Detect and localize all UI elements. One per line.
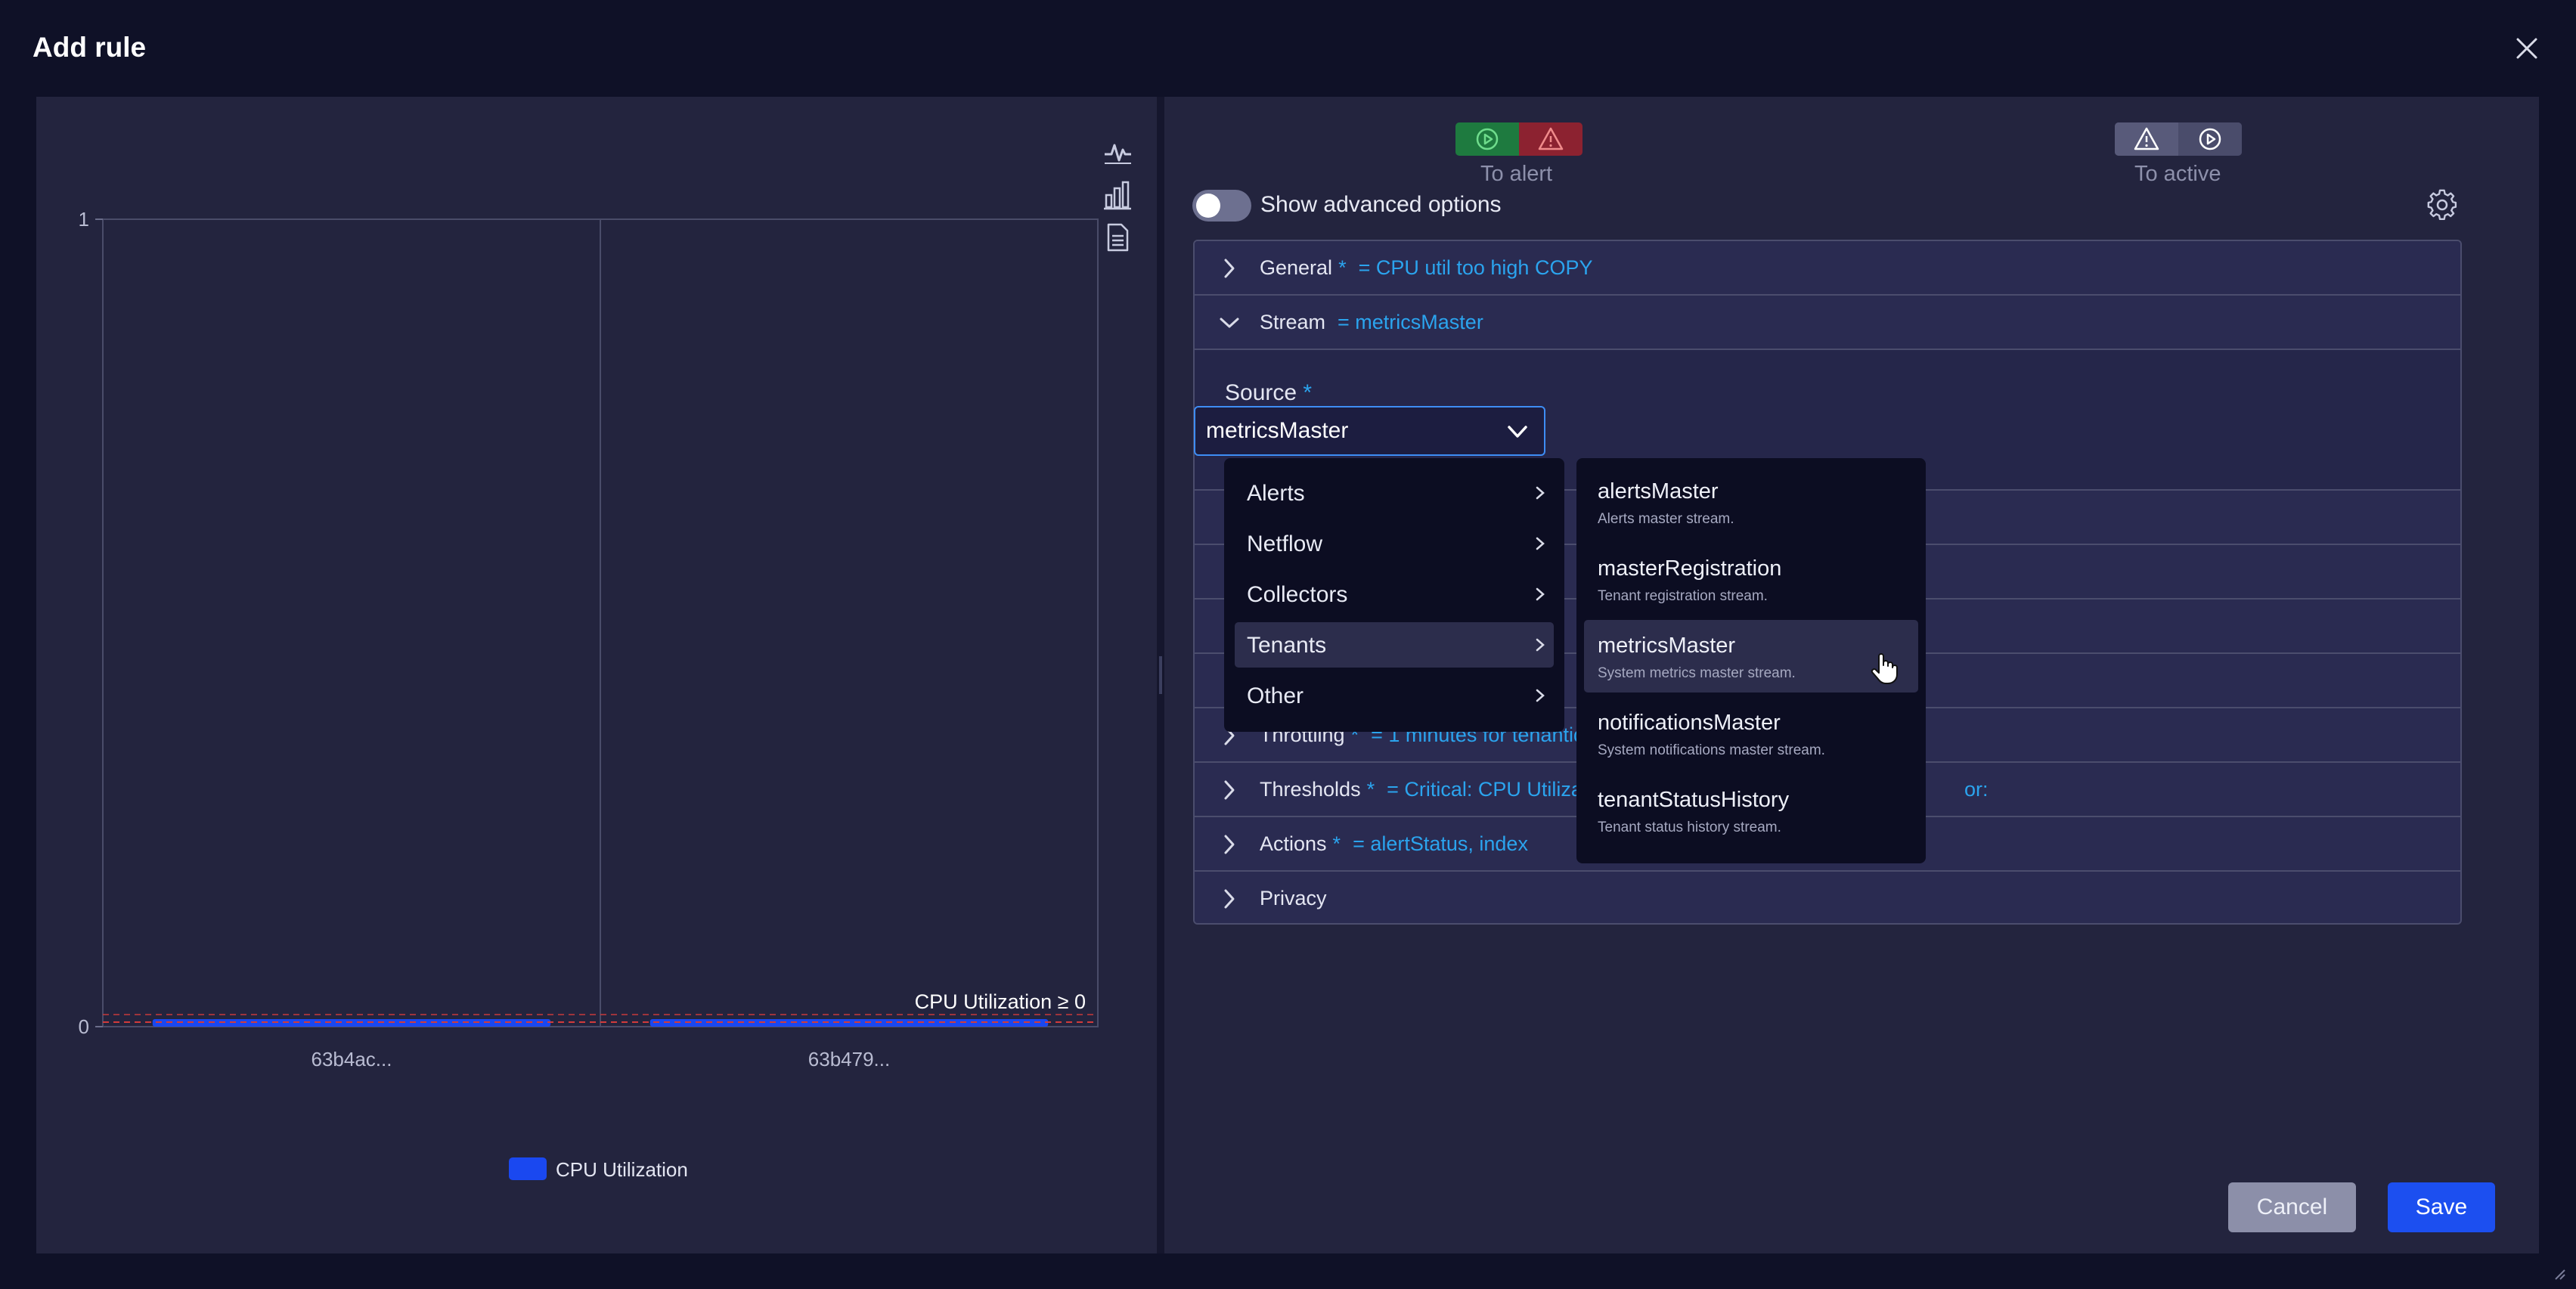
section-actions-value: = alertStatus, index <box>1353 832 1528 855</box>
save-button[interactable]: Save <box>2388 1182 2495 1232</box>
to-active-label: To active <box>2134 162 2221 186</box>
chevron-right-icon <box>1224 835 1235 854</box>
option-description: Tenant registration stream. <box>1598 588 1768 604</box>
option-name: alertsMaster <box>1598 479 1719 504</box>
menu-item-label: Collectors <box>1247 582 1348 607</box>
required-marker: * <box>1332 832 1341 855</box>
dialog-header: Add rule <box>0 0 2576 97</box>
panel-splitter[interactable] <box>1157 97 1164 1253</box>
chevron-right-icon <box>1536 638 1545 652</box>
section-privacy[interactable]: Privacy <box>1195 872 2460 923</box>
section-stream-value: = metricsMaster <box>1338 311 1483 333</box>
chevron-down-icon <box>1508 426 1527 438</box>
play-circle-icon <box>2178 122 2242 156</box>
section-actions-label: Actions <box>1260 832 1327 855</box>
to-active-transition[interactable] <box>2115 122 2242 156</box>
x-tick-label: 63b479... <box>808 1048 890 1071</box>
dialog-title: Add rule <box>33 32 147 63</box>
to-alert-transition[interactable] <box>1455 122 1582 156</box>
line-chart-icon[interactable] <box>1102 136 1133 166</box>
section-thresholds-value-tail: or: <box>1964 778 1989 801</box>
section-stream[interactable]: Stream = metricsMaster <box>1195 296 2460 350</box>
option-description: System metrics master stream. <box>1598 665 1796 681</box>
legend-swatch <box>509 1157 547 1180</box>
option-name: tenantStatusHistory <box>1598 788 1790 812</box>
chevron-right-icon <box>1224 889 1235 909</box>
section-stream-label: Stream <box>1260 311 1326 333</box>
gear-icon[interactable] <box>2426 188 2459 222</box>
section-general[interactable]: General * = CPU util too high COPY <box>1195 241 2460 296</box>
menu-item-label: Tenants <box>1247 633 1327 658</box>
play-circle-icon <box>1455 122 1519 156</box>
section-general-label: General <box>1260 256 1333 279</box>
stream-option-masterregistration[interactable]: masterRegistration Tenant registration st… <box>1584 543 1918 615</box>
menu-item-other[interactable]: Other <box>1235 673 1554 718</box>
stream-category-menu: Alerts Netflow Collectors Tenants Other <box>1224 458 1564 732</box>
cancel-button[interactable]: Cancel <box>2228 1182 2356 1232</box>
menu-item-label: Alerts <box>1247 481 1305 506</box>
option-name: masterRegistration <box>1598 556 1782 581</box>
option-description: Tenant status history stream. <box>1598 820 1781 835</box>
stream-option-tenantstatushistory[interactable]: tenantStatusHistory Tenant status history… <box>1584 774 1918 847</box>
source-select-value: metricsMaster <box>1206 418 1349 443</box>
menu-item-tenants[interactable]: Tenants <box>1235 622 1554 668</box>
hand-cursor-icon <box>1871 653 1898 684</box>
legend-label: CPU Utilization <box>556 1158 688 1181</box>
option-name: notificationsMaster <box>1598 711 1781 735</box>
section-thresholds-label: Thresholds <box>1260 778 1361 801</box>
required-marker: * <box>1338 256 1347 279</box>
stream-option-alertsmaster[interactable]: alertsMaster Alerts master stream. <box>1584 466 1918 538</box>
y-tick-label: 1 <box>79 208 89 231</box>
chevron-right-icon <box>1224 259 1235 278</box>
menu-item-label: Netflow <box>1247 531 1323 556</box>
chevron-right-icon <box>1536 537 1545 550</box>
advanced-options-label: Show advanced options <box>1260 192 1502 217</box>
required-marker: * <box>1366 778 1375 801</box>
chevron-right-icon <box>1536 486 1545 500</box>
menu-item-netflow[interactable]: Netflow <box>1235 521 1554 566</box>
section-thresholds-value: = Critical: CPU Utilizatio <box>1387 778 1604 801</box>
chevron-right-icon <box>1536 587 1545 601</box>
menu-item-collectors[interactable]: Collectors <box>1235 572 1554 617</box>
section-privacy-label: Privacy <box>1260 887 1327 909</box>
splitter-grip[interactable] <box>1159 656 1162 694</box>
required-marker: * <box>1303 380 1313 405</box>
stream-option-notificationsmaster[interactable]: notificationsMaster System notifications … <box>1584 697 1918 770</box>
bar-chart-icon[interactable] <box>1102 180 1133 210</box>
chart-panel: 0 1 63b4ac... 63b479... CPU Utilization ≥ 0 C… <box>36 97 1157 1253</box>
warning-icon <box>2115 122 2178 156</box>
option-description: Alerts master stream. <box>1598 511 1734 527</box>
menu-item-label: Other <box>1247 683 1304 708</box>
warning-icon <box>1519 122 1582 156</box>
document-icon[interactable] <box>1102 222 1133 253</box>
resize-grip-icon[interactable] <box>2551 1266 2566 1281</box>
x-tick-label: 63b4ac... <box>312 1048 392 1071</box>
to-alert-label: To alert <box>1480 162 1553 186</box>
stream-option-metricsmaster[interactable]: metricsMaster System metrics master strea… <box>1584 620 1918 693</box>
option-description: System notifications master stream. <box>1598 742 1825 758</box>
toggle-knob <box>1196 194 1220 218</box>
close-icon[interactable] <box>2512 33 2542 64</box>
section-general-value: = CPU util too high COPY <box>1358 256 1593 279</box>
stream-options-menu: alertsMaster Alerts master stream. master… <box>1576 458 1926 863</box>
source-select[interactable]: metricsMaster <box>1194 406 1545 456</box>
menu-item-alerts[interactable]: Alerts <box>1235 470 1554 516</box>
chevron-right-icon <box>1224 780 1235 800</box>
threshold-label: CPU Utilization ≥ 0 <box>915 990 1086 1013</box>
source-label: Source * <box>1225 380 1312 406</box>
chevron-right-icon <box>1536 689 1545 702</box>
y-tick-label: 0 <box>79 1015 89 1038</box>
chevron-down-icon <box>1220 318 1239 328</box>
advanced-options-toggle[interactable] <box>1192 190 1251 222</box>
source-label-text: Source <box>1225 380 1297 405</box>
option-name: metricsMaster <box>1598 634 1736 658</box>
rule-preview-chart: 0 1 63b4ac... 63b479... CPU Utilization ≥ 0 C… <box>79 136 1133 1181</box>
